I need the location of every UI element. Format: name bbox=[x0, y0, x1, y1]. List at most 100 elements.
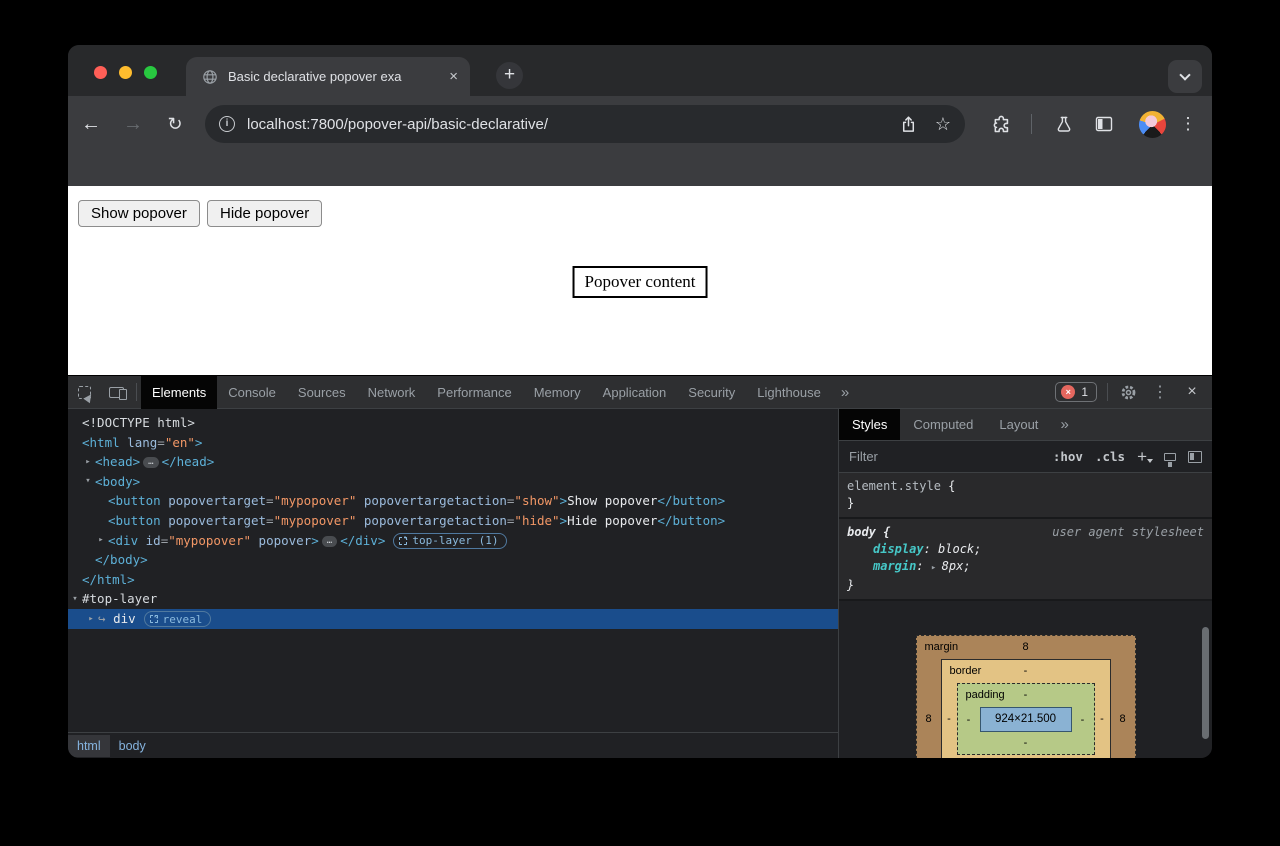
site-info-icon[interactable]: i bbox=[219, 116, 235, 132]
css-property-display[interactable]: display: block; bbox=[847, 541, 1204, 558]
tree-twisty-icon[interactable]: ▾ bbox=[68, 590, 82, 610]
close-window-button[interactable] bbox=[94, 66, 107, 79]
devtools-tab-security[interactable]: Security bbox=[677, 376, 746, 409]
hide-popover-button[interactable]: Hide popover bbox=[207, 200, 322, 227]
border-right-value[interactable]: - bbox=[1095, 713, 1110, 725]
property-name[interactable]: margin bbox=[873, 559, 916, 573]
dom-line-4[interactable]: <button popovertarget="mypopover" popove… bbox=[68, 491, 838, 511]
expand-shorthand-icon[interactable]: ▸ bbox=[931, 563, 942, 573]
adorner-badge-reveal[interactable]: reveal bbox=[144, 611, 212, 627]
dom-token-tag: </body> bbox=[95, 552, 148, 567]
devtools-tab-elements[interactable]: Elements bbox=[141, 376, 217, 409]
element-style-rule[interactable]: element.style { } bbox=[839, 473, 1212, 519]
padding-right-value[interactable]: - bbox=[1072, 714, 1094, 726]
box-model-content[interactable]: 924×21.500 bbox=[980, 707, 1072, 732]
devtools-tab-memory[interactable]: Memory bbox=[523, 376, 592, 409]
collapsed-content-icon[interactable]: … bbox=[143, 457, 158, 468]
show-popover-button[interactable]: Show popover bbox=[78, 200, 200, 227]
box-model-margin[interactable]: margin 8 8 border - bbox=[916, 635, 1136, 758]
breadcrumb-body[interactable]: body bbox=[110, 735, 155, 757]
devtools-close-icon[interactable]: × bbox=[1176, 376, 1208, 408]
body-style-rule[interactable]: user agent stylesheet body { display: bl… bbox=[839, 519, 1212, 601]
tab-search-button[interactable] bbox=[1168, 60, 1202, 93]
styles-sidebar: StylesComputedLayout » :hov .cls + eleme… bbox=[839, 409, 1212, 758]
collapsed-content-icon[interactable]: … bbox=[322, 536, 337, 547]
toggle-sidebar-icon[interactable] bbox=[1188, 451, 1202, 463]
tree-twisty-icon[interactable]: ▸ bbox=[84, 610, 98, 630]
margin-left-value[interactable]: 8 bbox=[917, 713, 941, 725]
dom-line-5[interactable]: <button popovertarget="mypopover" popove… bbox=[68, 511, 838, 531]
dom-line-3[interactable]: ▾<body> bbox=[68, 472, 838, 492]
dom-line-7[interactable]: </body> bbox=[68, 550, 838, 570]
devtools-toolbar: ElementsConsoleSourcesNetworkPerformance… bbox=[68, 376, 1212, 409]
sidebar-tab-computed[interactable]: Computed bbox=[900, 409, 986, 440]
side-panel-icon[interactable] bbox=[1086, 106, 1122, 142]
breadcrumb-html[interactable]: html bbox=[68, 735, 110, 757]
maximize-window-button[interactable] bbox=[144, 66, 157, 79]
bookmark-star-icon[interactable]: ☆ bbox=[935, 114, 951, 135]
extensions-button[interactable] bbox=[983, 106, 1019, 142]
styles-filter-input[interactable] bbox=[849, 449, 1041, 464]
tree-twisty-icon[interactable]: ▾ bbox=[81, 472, 95, 492]
box-model-padding[interactable]: padding - - 924×21.500 - bbox=[957, 683, 1095, 755]
dom-line-1[interactable]: <html lang="en"> bbox=[68, 433, 838, 453]
sidebar-tabs: StylesComputedLayout » bbox=[839, 409, 1212, 441]
new-style-rule-button[interactable]: + bbox=[1137, 447, 1152, 467]
experiments-flask-icon[interactable] bbox=[1046, 106, 1082, 142]
property-name[interactable]: display bbox=[873, 542, 924, 556]
toggle-hover-state-button[interactable]: :hov bbox=[1053, 449, 1083, 464]
padding-bottom-value[interactable]: - bbox=[958, 732, 1094, 754]
dom-line-6[interactable]: ▸<div id="mypopover" popover>…</div>top-… bbox=[68, 531, 838, 551]
sidebar-more-tabs-icon[interactable]: » bbox=[1051, 416, 1077, 433]
dom-line-10-selected[interactable]: ▸↪ divreveal bbox=[68, 609, 838, 629]
devtools-tab-performance[interactable]: Performance bbox=[426, 376, 522, 409]
devtools-tab-network[interactable]: Network bbox=[357, 376, 427, 409]
dom-token-tag: > bbox=[560, 493, 568, 508]
devtools-tabs: ElementsConsoleSourcesNetworkPerformance… bbox=[141, 376, 832, 409]
adorner-badge-top-layer----[interactable]: top-layer (1) bbox=[393, 533, 507, 549]
browser-menu-kebab-icon[interactable]: ⋮ bbox=[1170, 106, 1206, 142]
rule-selector[interactable]: body bbox=[847, 525, 876, 539]
more-tabs-icon[interactable]: » bbox=[832, 384, 858, 401]
back-button[interactable]: ← bbox=[73, 106, 109, 142]
browser-tab[interactable]: Basic declarative popover exa × bbox=[186, 57, 470, 96]
tab-close-icon[interactable]: × bbox=[449, 69, 458, 84]
sidebar-tab-layout[interactable]: Layout bbox=[986, 409, 1051, 440]
devtools-menu-kebab-icon[interactable]: ⋮ bbox=[1144, 376, 1176, 408]
reload-button[interactable]: ↻ bbox=[157, 106, 193, 142]
device-toolbar-icon[interactable] bbox=[100, 376, 132, 408]
toggle-class-button[interactable]: .cls bbox=[1095, 449, 1125, 464]
minimize-window-button[interactable] bbox=[119, 66, 132, 79]
margin-right-value[interactable]: 8 bbox=[1111, 713, 1135, 725]
property-value[interactable]: block; bbox=[938, 542, 981, 556]
tree-twisty-icon[interactable]: ▸ bbox=[94, 531, 108, 551]
inspect-element-icon[interactable] bbox=[68, 376, 100, 408]
sidebar-tab-styles[interactable]: Styles bbox=[839, 409, 900, 440]
dom-line-8[interactable]: </html> bbox=[68, 570, 838, 590]
devtools-tab-console[interactable]: Console bbox=[217, 376, 287, 409]
border-left-value[interactable]: - bbox=[942, 713, 957, 725]
new-tab-button[interactable]: + bbox=[496, 62, 523, 89]
devtools-tab-lighthouse[interactable]: Lighthouse bbox=[746, 376, 832, 409]
dom-line-2[interactable]: ▸<head>…</head> bbox=[68, 452, 838, 472]
error-count-badge[interactable]: × 1 bbox=[1055, 382, 1097, 402]
url-bar[interactable]: i localhost:7800/popover-api/basic-decla… bbox=[205, 105, 965, 143]
property-value[interactable]: 8px; bbox=[942, 559, 971, 573]
rule-selector[interactable]: element.style bbox=[847, 479, 941, 493]
share-icon[interactable] bbox=[900, 116, 917, 133]
devtools-settings-gear-icon[interactable] bbox=[1112, 376, 1144, 408]
box-model-border[interactable]: border - - padding - bbox=[941, 659, 1111, 758]
border-bottom-value[interactable]: - bbox=[942, 755, 1110, 758]
padding-left-value[interactable]: - bbox=[958, 714, 980, 726]
profile-avatar[interactable] bbox=[1134, 106, 1170, 142]
paint-format-icon[interactable] bbox=[1164, 453, 1176, 461]
browser-toolbar: ← → ↻ i localhost:7800/popover-api/basic… bbox=[68, 96, 1212, 186]
forward-button[interactable]: → bbox=[115, 106, 151, 142]
css-property-margin[interactable]: margin: ▸ 8px; bbox=[847, 558, 1204, 577]
dom-line-0[interactable]: <!DOCTYPE html> bbox=[68, 413, 838, 433]
dom-line-9[interactable]: ▾#top-layer bbox=[68, 589, 838, 609]
styles-scrollbar[interactable] bbox=[1202, 627, 1209, 739]
devtools-tab-sources[interactable]: Sources bbox=[287, 376, 357, 409]
devtools-tab-application[interactable]: Application bbox=[592, 376, 678, 409]
tree-twisty-icon[interactable]: ▸ bbox=[81, 453, 95, 473]
